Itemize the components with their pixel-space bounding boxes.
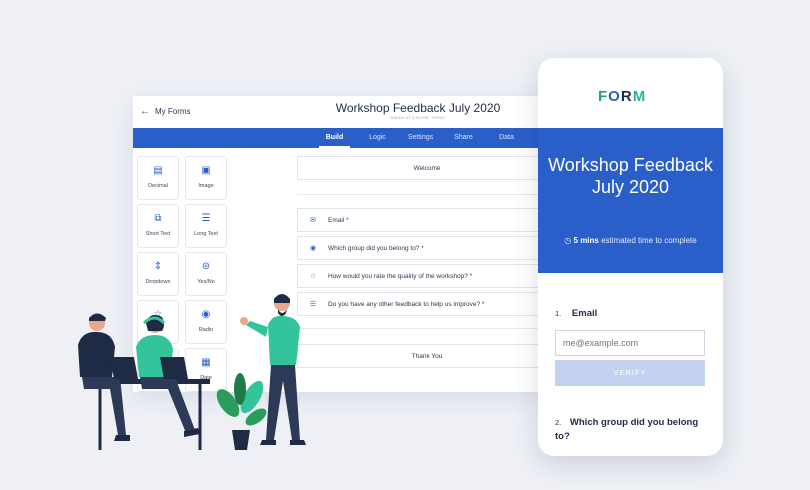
form-hero: Workshop Feedback July 2020 ◷ 5 mins est… xyxy=(538,128,723,273)
palette-long-text[interactable]: ☰ Long Text xyxy=(185,204,227,248)
tab-logic[interactable]: Logic xyxy=(356,128,399,148)
toggle-icon: ⊜ xyxy=(201,261,211,272)
question-group: 2. Which group did you belong to? xyxy=(555,416,715,444)
form-hero-title: Workshop Feedback July 2020 xyxy=(548,155,713,197)
tab-build[interactable]: Build xyxy=(313,128,356,148)
palette-label: Image xyxy=(198,183,214,189)
field-email[interactable]: ✉ Email * xyxy=(297,208,543,232)
laptop xyxy=(110,357,138,379)
laptop xyxy=(160,357,188,379)
form-title[interactable]: Workshop Feedback July 2020 xyxy=(133,101,543,115)
palette-short-text[interactable]: ⧉ Short Text xyxy=(137,204,179,248)
question-number: 1. xyxy=(555,309,562,318)
palette-decimal[interactable]: ▤ Decimal xyxy=(137,156,179,200)
question-label: Email xyxy=(571,308,598,319)
builder-header: ← My Forms Workshop Feedback July 2020 S… xyxy=(133,96,543,128)
field-group[interactable]: ◉ Which group did you belong to? * xyxy=(297,236,543,260)
palette-image[interactable]: ▣ Image xyxy=(185,156,227,200)
welcome-screen-block[interactable]: Welcome xyxy=(297,156,543,180)
field-rating[interactable]: ☆ How would you rate the quality of the … xyxy=(297,264,543,288)
email-input[interactable] xyxy=(555,330,705,356)
brand-logo: FORM xyxy=(598,88,646,105)
tab-data[interactable]: Data xyxy=(485,128,528,148)
palette-label: Short Text xyxy=(145,231,171,237)
thank-you-screen-block[interactable]: Thank You xyxy=(297,344,543,368)
image-icon: ▣ xyxy=(201,165,211,176)
question-number: 2. xyxy=(555,418,562,427)
field-label: Which group did you belong to? * xyxy=(328,244,424,252)
divider xyxy=(297,194,543,195)
thank-you-label: Thank You xyxy=(411,352,443,360)
question-label: Which group did you belong to? xyxy=(555,417,699,442)
time-value: 5 mins xyxy=(573,236,599,245)
estimated-time: ◷ 5 mins estimated time to complete xyxy=(538,236,723,245)
welcome-label: Welcome xyxy=(413,164,441,172)
star-icon: ☆ xyxy=(309,273,317,280)
field-label: Do you have any other feedback to help u… xyxy=(328,300,485,308)
radio-icon: ◉ xyxy=(309,245,317,252)
time-text: estimated time to complete xyxy=(601,236,697,245)
field-feedback[interactable]: ☰ Do you have any other feedback to help… xyxy=(297,292,543,316)
clock-icon: ◷ xyxy=(564,236,572,245)
decimal-icon: ▤ xyxy=(153,165,163,176)
field-label: How would you rate the quality of the wo… xyxy=(328,272,473,280)
dropdown-icon: ⇕ xyxy=(153,261,163,272)
long-text-icon: ☰ xyxy=(201,213,211,224)
people-illustration xyxy=(78,294,306,450)
mobile-form-preview: FORM Workshop Feedback July 2020 ◷ 5 min… xyxy=(538,58,723,456)
divider xyxy=(297,328,543,329)
save-status: SAVED AT 4:00 PM, TODAY xyxy=(390,115,446,120)
logo-letter: R xyxy=(620,88,633,105)
envelope-icon: ✉ xyxy=(310,217,316,224)
tab-settings[interactable]: Settings xyxy=(399,128,442,148)
palette-label: Decimal xyxy=(148,183,168,189)
palette-label: Long Text xyxy=(194,231,218,237)
logo-letter: F xyxy=(598,88,609,105)
logo-letter: O xyxy=(608,88,621,105)
tab-share[interactable]: Share xyxy=(442,128,485,148)
question-email: 1. Email xyxy=(555,308,597,319)
builder-tabs: Build Logic Settings Share Data xyxy=(133,128,543,148)
plant-pot xyxy=(232,430,250,450)
logo-letter: M xyxy=(632,88,647,105)
verify-button[interactable]: VERIFY xyxy=(555,360,705,386)
short-text-icon: ⧉ xyxy=(154,213,162,224)
field-label: Email * xyxy=(328,216,349,224)
